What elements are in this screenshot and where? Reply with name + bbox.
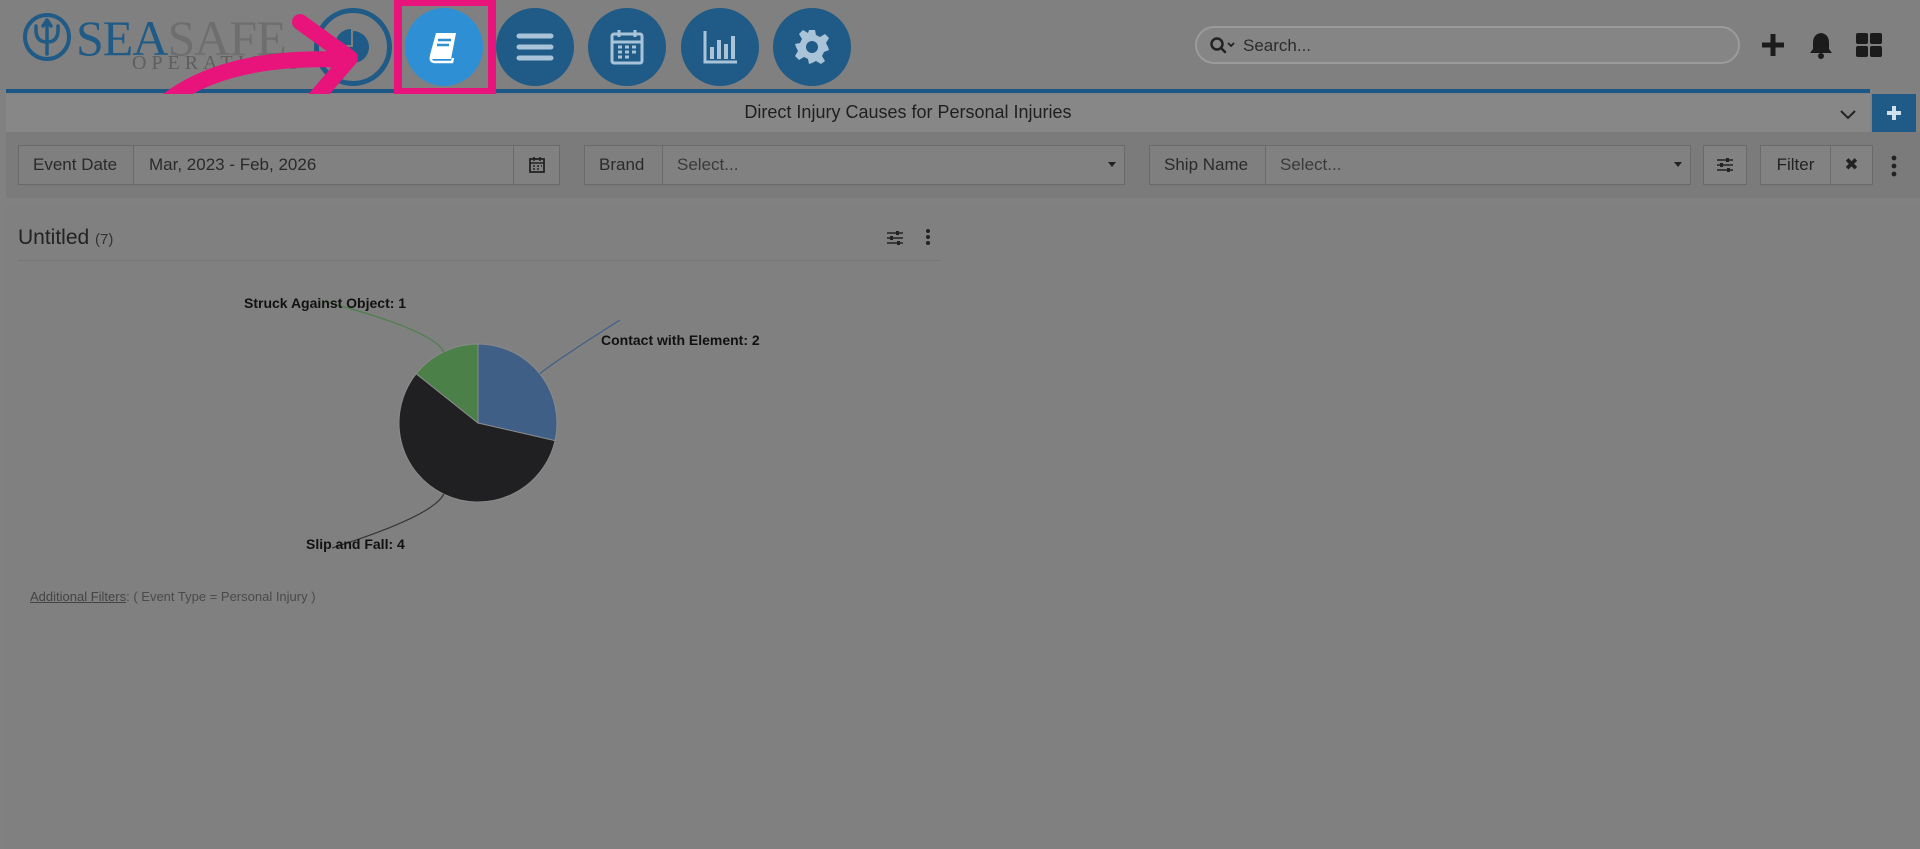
more-vertical-icon[interactable] bbox=[918, 228, 938, 248]
bell-icon[interactable] bbox=[1806, 30, 1836, 60]
list-icon bbox=[516, 33, 554, 61]
widget-count: (7) bbox=[95, 231, 114, 248]
page: SEASAFE OPERATIONS Search... Direct Inju… bbox=[0, 0, 1920, 849]
seasafe-logo[interactable]: SEASAFE OPERATIONS bbox=[22, 8, 299, 74]
plus-icon[interactable] bbox=[1758, 30, 1788, 60]
additional-filters-value: : ( Event Type = Personal Injury ) bbox=[126, 589, 316, 604]
nav-calendar-button[interactable] bbox=[588, 8, 666, 86]
ship-name-filter[interactable]: Ship Name Select... bbox=[1149, 145, 1691, 185]
nav-dashboard-button[interactable] bbox=[314, 8, 392, 86]
chevron-down-icon[interactable] bbox=[1838, 104, 1858, 124]
trident-logo-icon bbox=[23, 13, 71, 61]
sliders-icon[interactable] bbox=[885, 228, 905, 248]
widget-divider bbox=[18, 260, 940, 261]
nav-list-button[interactable] bbox=[496, 8, 574, 86]
highlight-box bbox=[394, 0, 496, 96]
ship-name-select[interactable]: Select... bbox=[1280, 146, 1341, 184]
header-divider bbox=[6, 89, 1870, 93]
search-icon[interactable] bbox=[1209, 36, 1237, 56]
pie-label-slip-and-fall: Slip and Fall: 4 bbox=[306, 536, 405, 552]
more-vertical-icon[interactable] bbox=[1889, 155, 1899, 177]
date-picker-button[interactable] bbox=[513, 146, 560, 184]
filter-button[interactable]: Filter bbox=[1760, 145, 1831, 185]
sliders-icon bbox=[1717, 158, 1733, 172]
dashboard-title: Direct Injury Causes for Personal Injuri… bbox=[744, 102, 1072, 122]
event-date-filter[interactable]: Event Date Mar, 2023 - Feb, 2026 bbox=[18, 145, 560, 185]
pie-label-contact-with-element: Contact with Element: 2 bbox=[601, 332, 760, 348]
widget-title-text: Untitled bbox=[18, 226, 90, 249]
brand-select[interactable]: Select... bbox=[677, 146, 738, 184]
bar-chart-icon bbox=[703, 31, 737, 64]
pie-chart-icon bbox=[335, 29, 369, 63]
pie-chart: Contact with Element: 2 Slip and Fall: 4… bbox=[160, 270, 800, 570]
brand-filter[interactable]: Brand Select... bbox=[584, 145, 1125, 185]
additional-filters-link[interactable]: Additional Filters bbox=[30, 589, 126, 604]
calendar-icon bbox=[610, 30, 644, 65]
pie-label-struck-against-object: Struck Against Object: 1 bbox=[244, 295, 407, 311]
event-date-label: Event Date bbox=[19, 146, 134, 184]
widget-title: Untitled (7) bbox=[18, 226, 113, 250]
logo-subtitle: OPERATIONS bbox=[132, 52, 305, 74]
brand-label: Brand bbox=[585, 146, 663, 184]
gear-icon bbox=[795, 30, 829, 64]
caret-down-icon bbox=[1108, 162, 1116, 167]
ship-name-label: Ship Name bbox=[1150, 146, 1266, 184]
calendar-icon bbox=[529, 157, 545, 173]
pie-chart-svg bbox=[325, 301, 621, 549]
clear-filters-button[interactable]: ✖ bbox=[1830, 145, 1873, 185]
add-widget-button[interactable] bbox=[1872, 94, 1916, 132]
caret-down-icon bbox=[1674, 162, 1682, 167]
grid-icon[interactable] bbox=[1854, 30, 1884, 60]
search-input[interactable] bbox=[1241, 32, 1725, 60]
search-box[interactable] bbox=[1195, 26, 1740, 64]
nav-settings-button[interactable] bbox=[773, 8, 851, 86]
plus-icon bbox=[1887, 106, 1901, 120]
nav-reports-button[interactable] bbox=[681, 8, 759, 86]
event-date-value[interactable]: Mar, 2023 - Feb, 2026 bbox=[149, 146, 316, 184]
additional-filters-note: Additional Filters: ( Event Type = Perso… bbox=[30, 589, 316, 604]
filter-options-button[interactable] bbox=[1703, 145, 1747, 185]
dashboard-title-bar: Direct Injury Causes for Personal Injuri… bbox=[6, 94, 1870, 132]
